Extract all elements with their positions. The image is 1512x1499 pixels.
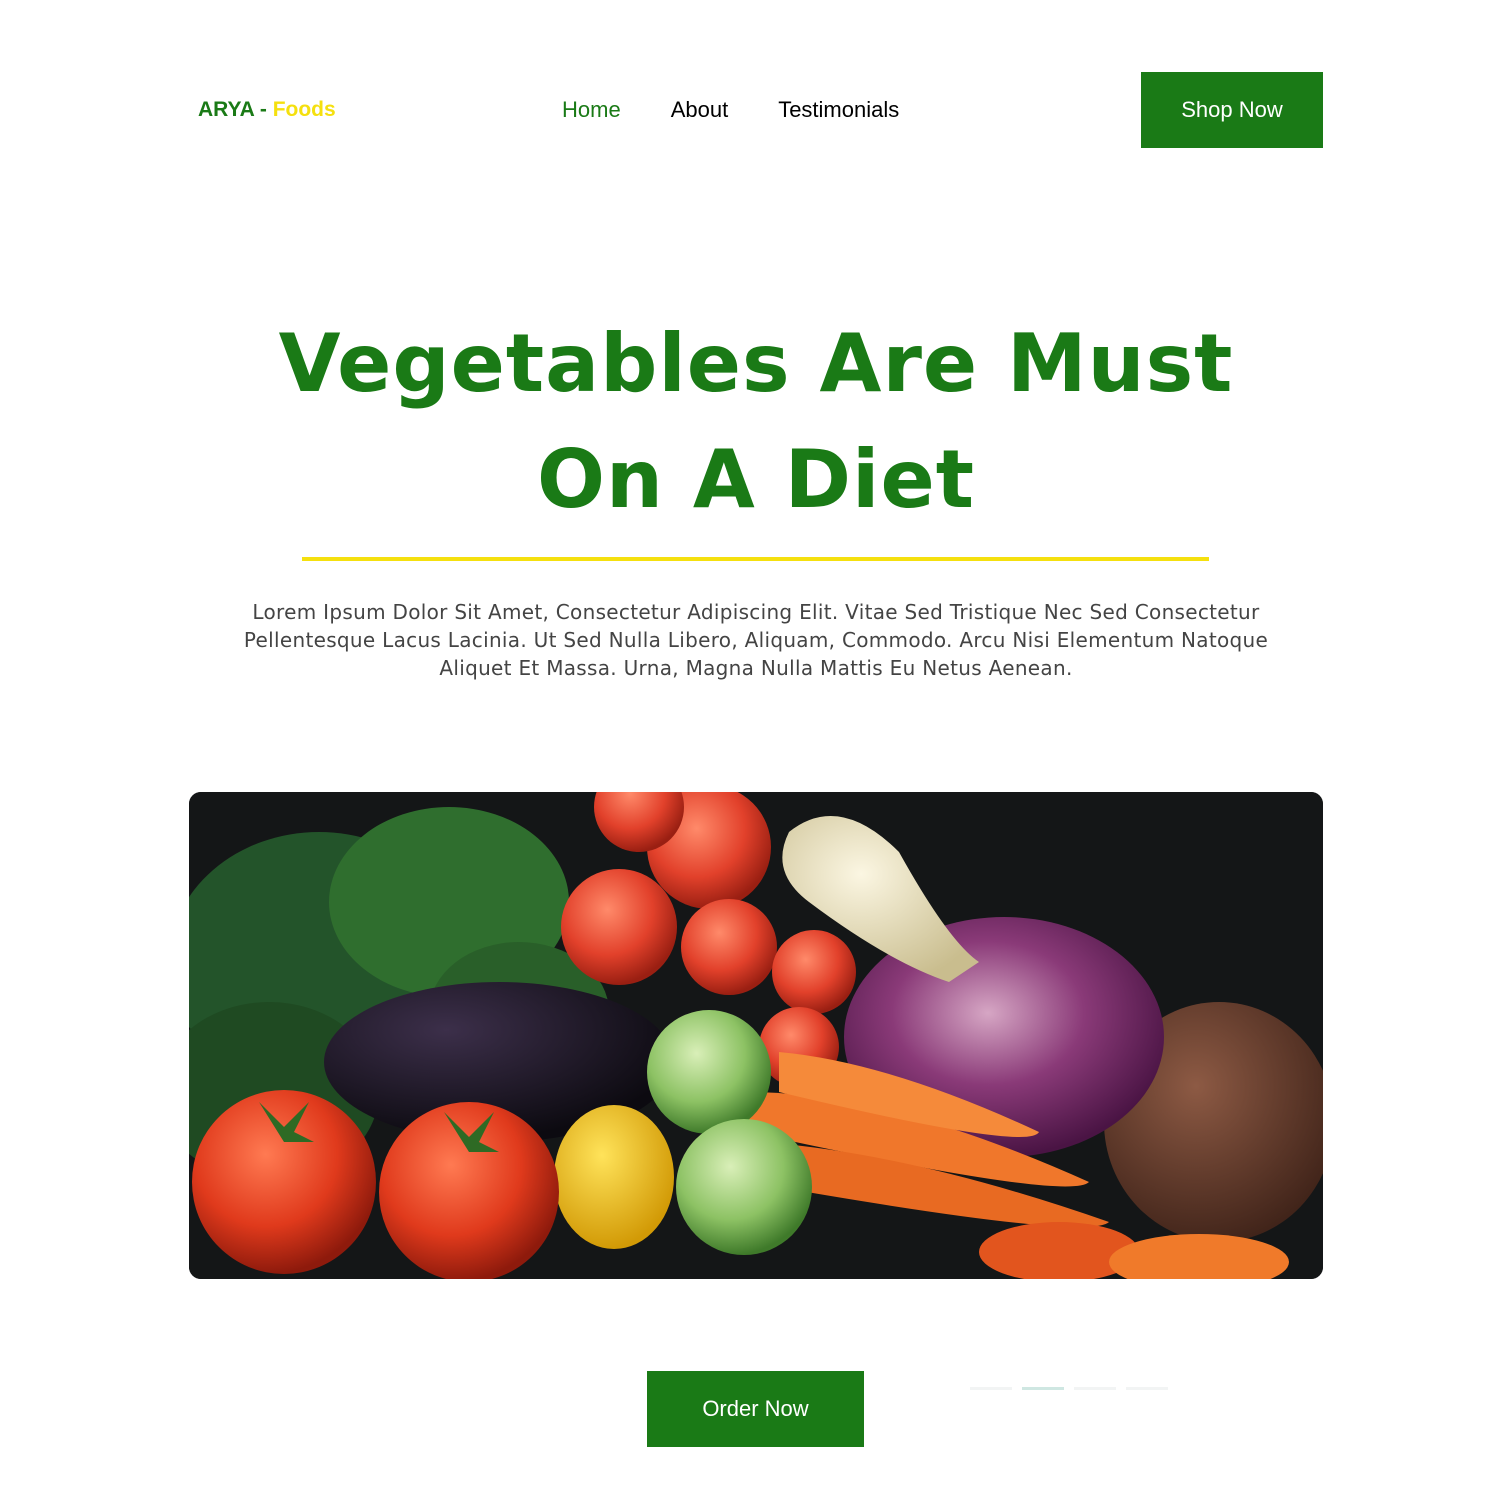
vegetables-illustration: [189, 792, 1323, 1279]
carousel-dot[interactable]: [1126, 1387, 1168, 1390]
hero-image: [189, 792, 1323, 1279]
site-header: ARYA - Foods Home About Testimonials Sho…: [0, 0, 1512, 220]
hero-divider: [302, 557, 1209, 561]
carousel-dot[interactable]: [1074, 1387, 1116, 1390]
order-now-button[interactable]: Order Now: [647, 1371, 864, 1447]
main-nav: Home About Testimonials: [562, 96, 899, 124]
carousel-indicators: [970, 1387, 1168, 1390]
logo[interactable]: ARYA - Foods: [198, 97, 336, 123]
logo-separator: -: [254, 98, 273, 121]
carousel-dot-active[interactable]: [1022, 1387, 1064, 1390]
hero-title-line2: On A Diet: [537, 433, 975, 526]
logo-brand: ARYA: [198, 98, 255, 121]
nav-item-testimonials[interactable]: Testimonials: [778, 96, 899, 124]
carousel-dot[interactable]: [970, 1387, 1012, 1390]
nav-item-about[interactable]: About: [671, 96, 729, 124]
logo-accent: Foods: [272, 98, 336, 121]
hero-title: Vegetables Are Must On A Diet: [256, 306, 1256, 538]
shop-now-button[interactable]: Shop Now: [1141, 72, 1323, 148]
hero-title-line1: Vegetables Are Must: [278, 317, 1234, 410]
hero-description: Lorem Ipsum Dolor Sit Amet, Consectetur …: [243, 600, 1269, 680]
nav-item-home[interactable]: Home: [562, 96, 621, 124]
yellow-squash: [554, 1105, 674, 1249]
